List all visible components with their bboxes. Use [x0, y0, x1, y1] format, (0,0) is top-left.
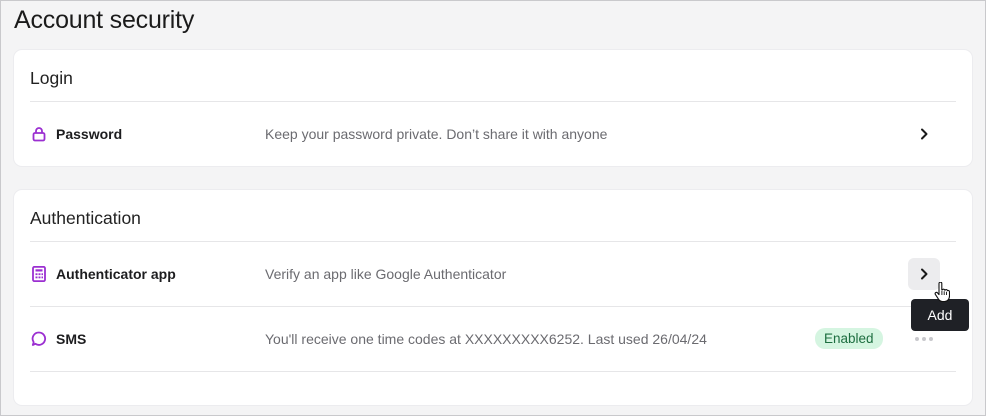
more-options-icon[interactable] [908, 329, 940, 349]
divider [30, 371, 956, 372]
login-card: Login Password Keep your password privat… [14, 50, 972, 166]
sms-row[interactable]: SMS You'll receive one time codes at XXX… [30, 307, 956, 371]
authenticator-app-row[interactable]: Authenticator app Verify an app like Goo… [30, 242, 956, 306]
authentication-card: Authentication Authenticator app Verify … [14, 190, 972, 405]
sms-label: SMS [56, 331, 87, 347]
chat-bubble-icon [31, 331, 47, 347]
authenticator-app-label: Authenticator app [56, 266, 176, 282]
sms-description: You'll receive one time codes at XXXXXXX… [265, 331, 707, 347]
status-badge: Enabled [815, 328, 883, 349]
login-section-title: Login [30, 68, 73, 88]
page-title: Account security [14, 6, 195, 34]
password-open-button[interactable] [908, 118, 940, 150]
password-row[interactable]: Password Keep your password private. Don… [30, 102, 956, 166]
hand-cursor-icon [934, 282, 950, 303]
chevron-right-icon [921, 268, 928, 280]
chevron-right-icon [921, 128, 928, 140]
authentication-section-title: Authentication [30, 208, 141, 228]
lock-icon [31, 126, 47, 142]
password-label: Password [56, 126, 123, 142]
calculator-icon [31, 266, 47, 282]
authenticator-app-description: Verify an app like Google Authenticator [265, 266, 507, 282]
password-description: Keep your password private. Don’t share … [265, 126, 608, 142]
